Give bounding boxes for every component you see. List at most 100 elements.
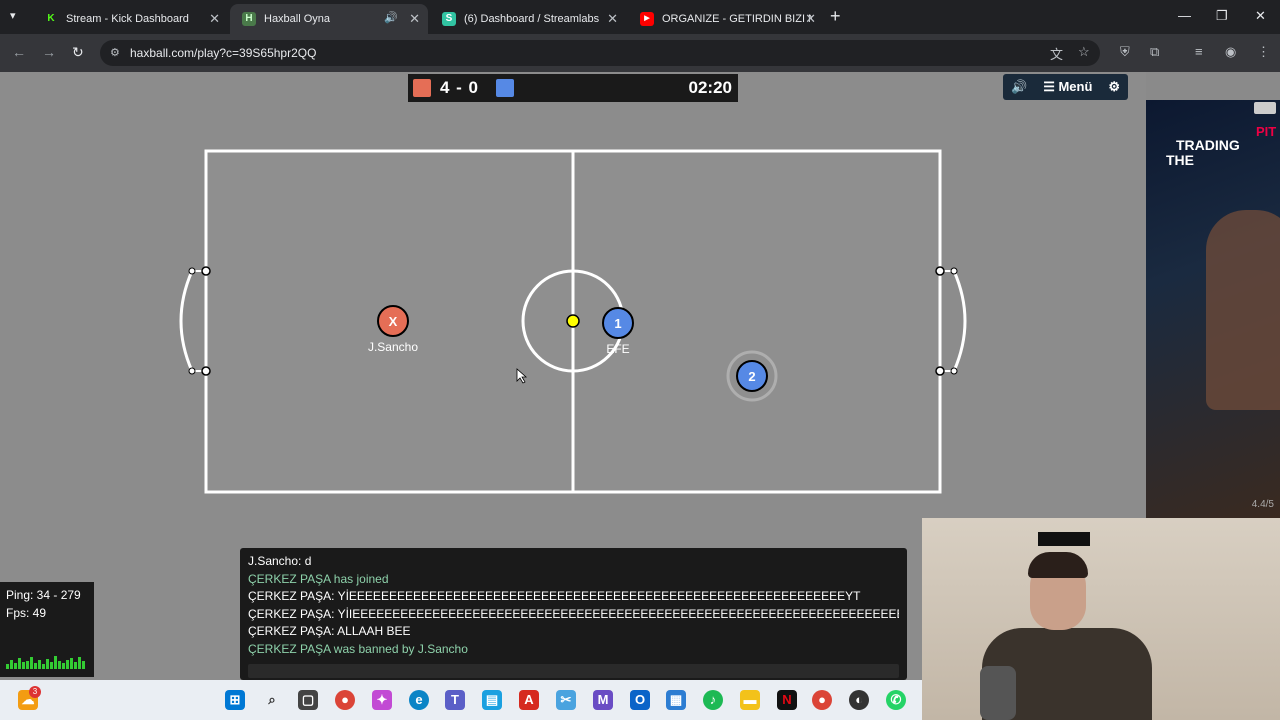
scoreboard: 4 - 0 02:20 bbox=[408, 74, 738, 102]
browser-toolbar: ← → ↻ ⚙ haxball.com/play?c=39S65hpr2QQ 文… bbox=[0, 34, 1280, 72]
search-icon[interactable]: ⌕ bbox=[262, 690, 282, 710]
settings-button[interactable]: ⚙ bbox=[1100, 74, 1128, 100]
ad-panel[interactable]: PIT TRADING THE 4.4/5 bbox=[1146, 100, 1280, 518]
menu-button[interactable]: ☰ Menü bbox=[1035, 74, 1100, 100]
blue-team-color bbox=[496, 79, 514, 97]
chat-line: J.Sancho: d bbox=[248, 554, 312, 568]
fps-graph bbox=[6, 655, 90, 669]
explorer-icon[interactable]: ▬ bbox=[740, 690, 760, 710]
copilot-icon[interactable]: ✦ bbox=[372, 690, 392, 710]
youtube-icon: ▶ bbox=[640, 12, 654, 26]
chat-notice: ÇERKEZ PAŞA was banned by J.Sancho bbox=[248, 641, 468, 656]
tab-title: ORGANIZE - GETIRDIN BIZI NE bbox=[662, 13, 812, 25]
red-team-color bbox=[413, 79, 431, 97]
tab-title: Stream - Kick Dashboard bbox=[66, 13, 189, 25]
player-name: J.Sancho bbox=[368, 340, 418, 354]
chat-line: ÇERKEZ PAŞA: YİEEEEEEEEEEEEEEEEEEEEEEEEE… bbox=[248, 589, 861, 603]
score-text: 4 - 0 bbox=[440, 78, 480, 97]
game-controls: 🔊 ☰ Menü ⚙ bbox=[1003, 74, 1129, 100]
menu-dots-icon[interactable]: ⋮ bbox=[1257, 44, 1270, 60]
url-text: haxball.com/play?c=39S65hpr2QQ bbox=[130, 46, 317, 60]
taskview-icon[interactable]: ▢ bbox=[298, 690, 318, 710]
calendar-icon[interactable]: ▦ bbox=[666, 690, 686, 710]
ping-text: Ping: 34 - 279 bbox=[6, 588, 81, 602]
netflix-icon[interactable]: N bbox=[777, 690, 797, 710]
maximize-icon[interactable]: ❐ bbox=[1216, 8, 1228, 24]
extensions-icon[interactable]: ⧉ bbox=[1150, 44, 1159, 60]
back-icon[interactable]: ← bbox=[12, 44, 26, 60]
streamlabs-icon: S bbox=[442, 12, 456, 26]
gear-icon: ⚙ bbox=[1108, 79, 1121, 94]
microphone-image bbox=[980, 666, 1016, 720]
media-icon[interactable]: ≡ bbox=[1195, 44, 1203, 59]
tab-streamlabs[interactable]: S (6) Dashboard / Streamlabs ✕ bbox=[430, 4, 626, 34]
tab-youtube[interactable]: ▶ ORGANIZE - GETIRDIN BIZI NE ✕ bbox=[628, 4, 824, 34]
player-blue-1: 1 EFE bbox=[602, 307, 634, 356]
ad-image bbox=[1206, 210, 1280, 410]
close-tab-icon[interactable]: ✕ bbox=[409, 11, 420, 27]
shield-icon[interactable]: ⛨ bbox=[1120, 44, 1130, 60]
address-bar[interactable]: ⚙ haxball.com/play?c=39S65hpr2QQ bbox=[100, 40, 1100, 66]
edge-icon[interactable]: e bbox=[409, 690, 429, 710]
acrobat-icon[interactable]: A bbox=[519, 690, 539, 710]
menu-label: Menü bbox=[1058, 79, 1093, 94]
forward-icon[interactable]: → bbox=[42, 44, 56, 60]
tab-kick-dashboard[interactable]: K Stream - Kick Dashboard ✕ bbox=[32, 4, 228, 34]
windows-taskbar: ☁ 3 ⊞ ⌕ ▢ ● ✦ e T ▤ A ✂ M O ▦ ♪ ▬ N ● ◐ … bbox=[0, 680, 922, 720]
tab-title: (6) Dashboard / Streamlabs bbox=[464, 13, 600, 25]
whatsapp-icon[interactable]: ✆ bbox=[886, 690, 906, 710]
fps-text: Fps: 49 bbox=[6, 606, 47, 620]
new-tab-button[interactable]: + bbox=[830, 6, 841, 27]
tab-list-button[interactable]: ▾ bbox=[10, 9, 16, 22]
goal-post bbox=[201, 266, 211, 276]
webcam-overlay bbox=[922, 518, 1280, 720]
ad-text-2: TRADING THE bbox=[1166, 137, 1240, 168]
player-avatar-label: 1 bbox=[614, 316, 621, 331]
chat-box: J.Sancho: d ÇERKEZ PAŞA has joined ÇERKE… bbox=[240, 548, 907, 680]
close-tab-icon[interactable]: ✕ bbox=[805, 11, 816, 27]
network-stats: Ping: 34 - 279 Fps: 49 bbox=[0, 582, 94, 677]
bookmark-star-icon[interactable]: ☆ bbox=[1078, 44, 1090, 60]
ad-text-1: PIT bbox=[1256, 124, 1277, 139]
right-goal bbox=[952, 270, 967, 372]
outlook-icon[interactable]: O bbox=[630, 690, 650, 710]
sound-toggle-button[interactable]: 🔊 bbox=[1003, 74, 1035, 100]
speaker-icon: 🔊 bbox=[1011, 79, 1028, 94]
tab-haxball[interactable]: H Haxball Oyna 🔊 ✕ bbox=[230, 4, 428, 34]
reload-icon[interactable]: ↻ bbox=[72, 44, 84, 61]
ad-close-icon[interactable] bbox=[1254, 102, 1276, 114]
close-tab-icon[interactable]: ✕ bbox=[209, 11, 220, 27]
site-info-icon[interactable]: ⚙ bbox=[110, 40, 120, 66]
close-window-icon[interactable]: ✕ bbox=[1255, 8, 1266, 24]
snipping-icon[interactable]: ✂ bbox=[556, 690, 576, 710]
store-icon[interactable]: ▤ bbox=[482, 690, 502, 710]
chat-line: ÇERKEZ PAŞA: YİIEEEEEEEEEEEEEEEEEEEEEEEE… bbox=[248, 606, 899, 621]
match-timer: 02:20 bbox=[688, 78, 732, 97]
spotify-icon[interactable]: ♪ bbox=[703, 690, 723, 710]
hamburger-icon: ☰ bbox=[1043, 79, 1059, 94]
kick-icon: K bbox=[44, 12, 58, 26]
profile-icon[interactable]: ◉ bbox=[1225, 44, 1236, 60]
chrome-icon[interactable]: ● bbox=[335, 690, 355, 710]
chat-input[interactable] bbox=[248, 664, 899, 678]
tab-title: Haxball Oyna bbox=[264, 13, 331, 25]
start-icon[interactable]: ⊞ bbox=[225, 690, 245, 710]
browser-tab-bar: ▾ K Stream - Kick Dashboard ✕ H Haxball … bbox=[0, 0, 1280, 34]
notification-badge: 3 bbox=[29, 686, 41, 698]
close-tab-icon[interactable]: ✕ bbox=[607, 11, 618, 27]
goal-post bbox=[201, 366, 211, 376]
haxball-icon: H bbox=[242, 12, 256, 26]
app-icon[interactable]: ◐ bbox=[849, 690, 869, 710]
minimize-icon[interactable]: — bbox=[1178, 8, 1191, 23]
left-goal bbox=[179, 270, 194, 372]
teams-icon[interactable]: T bbox=[445, 690, 465, 710]
chrome-active-icon[interactable]: ● bbox=[812, 690, 832, 710]
translate-icon[interactable]: 文 bbox=[1050, 44, 1063, 63]
ball bbox=[566, 314, 580, 328]
m365-icon[interactable]: M bbox=[593, 690, 613, 710]
player-avatar-label: 2 bbox=[748, 369, 755, 384]
player-avatar-label: X bbox=[389, 314, 398, 329]
goal-post bbox=[935, 366, 945, 376]
goal-post bbox=[935, 266, 945, 276]
speaker-icon[interactable]: 🔊 bbox=[384, 11, 398, 24]
